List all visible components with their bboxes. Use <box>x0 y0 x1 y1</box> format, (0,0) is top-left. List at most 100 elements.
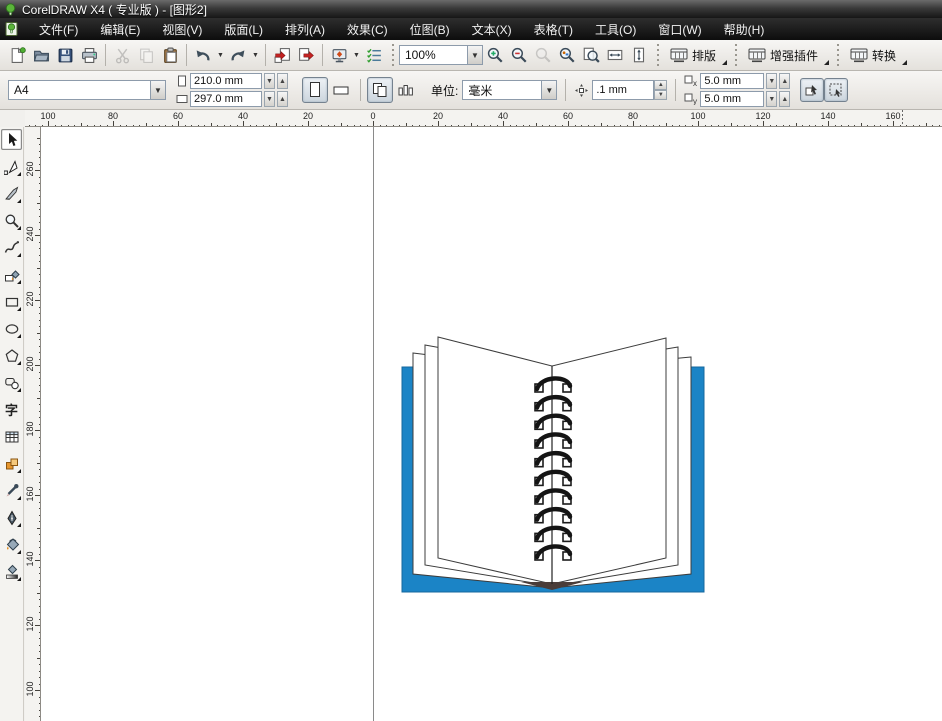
chevron-down-icon[interactable]: ▼ <box>541 81 556 99</box>
freehand-tool[interactable] <box>1 237 22 258</box>
units-combo[interactable]: 毫米 ▼ <box>462 80 557 100</box>
ellipse-tool[interactable] <box>1 318 22 339</box>
menu-item-help[interactable]: 帮助(H) <box>713 18 776 41</box>
undo-button[interactable] <box>191 43 215 67</box>
zoom-page-height-button[interactable] <box>627 43 651 67</box>
basic-shapes-tool[interactable] <box>1 372 22 393</box>
export-icon <box>298 47 315 64</box>
nudge-offset-field[interactable]: .1 mm <box>592 80 654 100</box>
save-button[interactable] <box>53 43 77 67</box>
paper-width-down-button[interactable]: ▼ <box>264 73 275 89</box>
hruler-label: 80 <box>108 111 118 121</box>
paper-height-up-button[interactable]: ▲ <box>277 91 288 107</box>
redo-dropdown-arrow[interactable]: ▼ <box>250 43 261 67</box>
rectangle-tool[interactable] <box>1 291 22 312</box>
duplicate-x-down-button[interactable]: ▼ <box>766 73 777 89</box>
outline-tool[interactable] <box>1 507 22 528</box>
shape-tool[interactable] <box>1 156 22 177</box>
hruler-label: 100 <box>40 111 55 121</box>
duplicate-x-field[interactable]: 5.0 mm <box>700 73 764 89</box>
all-pages-button[interactable] <box>367 77 393 103</box>
paper-size-combo[interactable]: A4 ▼ <box>8 80 166 100</box>
menu-item-layout[interactable]: 版面(L) <box>213 18 274 41</box>
pick-tool[interactable] <box>1 129 22 150</box>
new-icon <box>9 47 26 64</box>
menu-item-text[interactable]: 文本(X) <box>461 18 523 41</box>
duplicate-y-field[interactable]: 5.0 mm <box>700 91 764 107</box>
chevron-down-icon[interactable]: ▼ <box>150 81 165 99</box>
app-launcher-button[interactable] <box>327 43 351 67</box>
duplicate-y-down-button[interactable]: ▼ <box>766 91 777 107</box>
menu-item-arrange[interactable]: 排列(A) <box>274 18 336 41</box>
paper-height-icon <box>176 93 188 105</box>
export-button[interactable] <box>294 43 318 67</box>
import-button[interactable] <box>270 43 294 67</box>
portrait-button[interactable] <box>302 77 328 103</box>
blend-tool[interactable] <box>1 453 22 474</box>
duplicate-x-up-button[interactable]: ▲ <box>779 73 790 89</box>
paper-width-field[interactable]: 210.0 mm <box>190 73 262 89</box>
print-button[interactable] <box>77 43 101 67</box>
zoom-in-button[interactable] <box>483 43 507 67</box>
crop-tool[interactable] <box>1 183 22 204</box>
nudge-offset-spinner[interactable]: ▲▼ <box>654 80 667 100</box>
menu-item-table[interactable]: 表格(T) <box>523 18 584 41</box>
paper-height-field[interactable]: 297.0 mm <box>190 91 262 107</box>
hruler-label: 100 <box>690 111 705 121</box>
new-button[interactable] <box>5 43 29 67</box>
horizontal-ruler[interactable]: 10080604020020406080100120140160 <box>25 110 942 127</box>
flyout-corner-icon <box>17 253 21 257</box>
facing-pages-button[interactable] <box>393 77 419 103</box>
menu-item-file[interactable]: 文件(F) <box>28 18 89 41</box>
smart-fill-tool[interactable] <box>1 264 22 285</box>
zoom-page-width-button[interactable] <box>603 43 627 67</box>
macro-button-plugins[interactable]: 增强插件 <box>742 43 824 67</box>
macro-button-label: 转换 <box>872 47 896 64</box>
menu-item-tools[interactable]: 工具(O) <box>584 18 647 41</box>
zoom-out-button[interactable] <box>507 43 531 67</box>
paste-button[interactable] <box>158 43 182 67</box>
zoom-level-combo[interactable]: 100%▼ <box>399 45 483 65</box>
zoom-tool[interactable] <box>1 210 22 231</box>
options-button[interactable] <box>362 43 386 67</box>
title-bar[interactable]: CorelDRAW X4 ( 专业版 ) - [图形2] <box>0 0 942 18</box>
hruler-label: 40 <box>498 111 508 121</box>
zoom-all-objects-button[interactable] <box>555 43 579 67</box>
drawing-canvas[interactable] <box>41 127 942 721</box>
app-launcher-dropdown-arrow[interactable]: ▼ <box>351 43 362 67</box>
paper-width-up-button[interactable]: ▲ <box>277 73 288 89</box>
open-icon <box>33 47 50 64</box>
undo-dropdown-arrow[interactable]: ▼ <box>215 43 226 67</box>
hruler-label: 120 <box>755 111 770 121</box>
vruler-label: 120 <box>25 616 35 632</box>
marquee-select-toggle[interactable] <box>824 78 848 102</box>
flyout-corner-icon <box>824 60 829 65</box>
paper-height-down-button[interactable]: ▼ <box>264 91 275 107</box>
open-button[interactable] <box>29 43 53 67</box>
fill-tool[interactable] <box>1 534 22 555</box>
table-tool[interactable] <box>1 426 22 447</box>
zoom-in-icon <box>486 46 504 64</box>
zoom-page-button[interactable] <box>579 43 603 67</box>
duplicate-y-up-button[interactable]: ▲ <box>779 91 790 107</box>
macro-button-typesetting[interactable]: 排版 <box>664 43 722 67</box>
text-tool[interactable]: 字 <box>1 399 22 420</box>
interactive-fill-tool[interactable] <box>1 561 22 582</box>
menu-item-effects[interactable]: 效果(C) <box>336 18 399 41</box>
open-book-drawing[interactable] <box>396 323 716 603</box>
hruler-label: 80 <box>628 111 638 121</box>
polygon-tool[interactable] <box>1 345 22 366</box>
menu-item-window[interactable]: 窗口(W) <box>647 18 712 41</box>
landscape-button[interactable] <box>328 77 354 103</box>
chevron-down-icon[interactable]: ▼ <box>467 46 482 64</box>
macro-button-convert[interactable]: 转换 <box>844 43 902 67</box>
menu-item-view[interactable]: 视图(V) <box>151 18 213 41</box>
eyedropper-tool[interactable] <box>1 480 22 501</box>
menu-item-edit[interactable]: 编辑(E) <box>89 18 151 41</box>
treat-as-filled-toggle[interactable] <box>800 78 824 102</box>
duplicate-x-value: 5.0 mm <box>704 75 741 87</box>
redo-button[interactable] <box>226 43 250 67</box>
menu-item-bitmaps[interactable]: 位图(B) <box>399 18 461 41</box>
paper-size-value: A4 <box>9 83 150 97</box>
vertical-ruler[interactable]: 260240220200180160140120100 <box>25 127 41 721</box>
